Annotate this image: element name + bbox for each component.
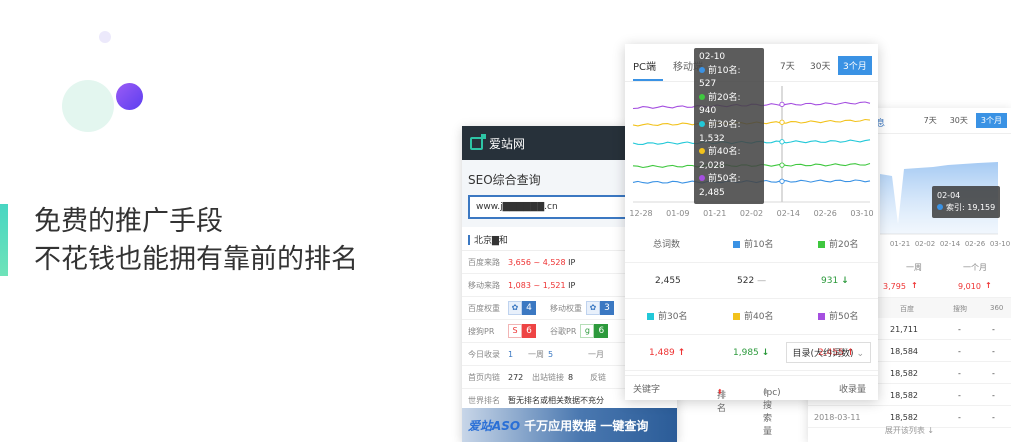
accent-bar	[0, 204, 8, 276]
domain-input[interactable]: www.j▇▇▇▇▇▇.cn	[468, 195, 628, 219]
range-3m[interactable]: 3个月	[975, 113, 1007, 128]
decorative-circle-mint	[62, 80, 114, 132]
range-3m[interactable]: 3个月	[838, 56, 872, 75]
stats-values-1: 2,455 522 — 931 ↓	[625, 263, 878, 299]
series-point-3	[779, 139, 785, 145]
stats-header-2: 前30名 前40名 前50名	[625, 299, 878, 335]
index-x-labels: 01-21 02-02 02-14 02-26 03-10	[890, 240, 1010, 248]
directory-select[interactable]: 目录(大约词数) ⌄	[785, 342, 871, 363]
aso-banner[interactable]: 爱站ASO 千万应用数据 一键查询	[462, 408, 677, 442]
x-tick-label: 03-10	[850, 209, 873, 218]
range-30d[interactable]: 30天	[805, 56, 835, 75]
range-7d[interactable]: 7天	[775, 56, 800, 75]
arrow-up-icon: ↑	[985, 281, 992, 290]
active-tab-indicator	[633, 79, 663, 81]
series-point-2	[779, 162, 785, 168]
decorative-circle-purple	[116, 83, 143, 110]
google-pr-badge[interactable]: g6	[580, 324, 609, 338]
headline-line-1: 免费的推广手段	[34, 206, 223, 237]
arrow-down-icon: ↓	[761, 348, 770, 358]
baidu-source-value: 3,656 ~ 4,528	[508, 257, 566, 267]
headline: 免费的推广手段 不花钱也能拥有靠前的排名	[34, 203, 358, 279]
ranking-card: PC端 移动端 7天 30天 3个月 12-28 01-09 01-21 02-02 0…	[625, 44, 878, 437]
arrow-up-icon: ↑	[911, 281, 918, 290]
aso-brand: 爱站ASO	[468, 418, 521, 433]
index-x-tick-label: 02-02	[915, 240, 935, 248]
arrow-down-icon: ↓	[841, 276, 849, 286]
keyword-table-header: 关键字 排名 ⬍ (pc)搜索量 ⬍ 收录量	[625, 375, 878, 437]
series-point-4	[779, 119, 785, 125]
headline-line-2: 不花钱也能拥有靠前的排名	[34, 244, 358, 275]
col-index-volume[interactable]: 收录量	[839, 382, 866, 395]
google-icon: g	[580, 324, 595, 338]
mobile-weight-badge[interactable]: ✿ 3	[586, 301, 614, 315]
range-30d[interactable]: 30天	[945, 113, 973, 128]
expand-list-link[interactable]: 展开该列表 ↓	[808, 425, 1011, 436]
sogou-pr-badge[interactable]: S6	[508, 324, 536, 338]
paw-icon: ✿	[586, 301, 600, 315]
index-x-tick-label: 02-26	[965, 240, 986, 248]
sort-icon: ⬍	[763, 388, 769, 396]
x-tick-label: 02-14	[777, 209, 800, 218]
aso-banner-text: 千万应用数据 一键查询	[524, 418, 649, 433]
stats-header-1: 总词数 前10名 前20名	[625, 227, 878, 263]
series-point-1	[779, 178, 785, 184]
x-tick-label: 02-26	[814, 209, 837, 218]
arrow-up-icon: ↑	[677, 348, 686, 358]
index-x-tick-label: 01-21	[890, 240, 910, 248]
x-tick-label: 12-28	[629, 209, 652, 218]
series-point-5	[779, 101, 785, 108]
range-7d[interactable]: 7天	[919, 113, 942, 128]
tab-pc[interactable]: PC端	[633, 58, 656, 73]
mobile-source-value: 1,083 ~ 1,521	[508, 280, 566, 290]
x-tick-label: 01-09	[666, 209, 689, 218]
baidu-weight-badge[interactable]: ✿ 4	[508, 301, 536, 315]
index-x-tick-label: 03-10	[990, 240, 1010, 248]
site-marker	[468, 234, 470, 245]
paw-icon: ✿	[508, 301, 522, 315]
site-name: 北京▇和	[474, 236, 508, 246]
index-tooltip: 02-04 索引: 19,159	[932, 186, 1001, 218]
chevron-down-icon: ⌄	[856, 349, 864, 359]
app-name: 爱站网	[489, 136, 526, 151]
chart-tooltip: 02-10 前10名: 527 前20名: 940 前30名: 1,532 前4…	[694, 48, 764, 204]
aizhan-logo-icon	[470, 133, 486, 150]
index-x-tick-label: 02-14	[940, 240, 961, 248]
sort-icon: ⬍	[717, 388, 723, 396]
col-keyword[interactable]: 关键字	[633, 382, 660, 395]
x-tick-label: 02-02	[740, 209, 763, 218]
sogou-icon: S	[508, 324, 522, 338]
x-tick-label: 01-21	[703, 209, 726, 218]
decorative-dot-small	[99, 31, 111, 43]
